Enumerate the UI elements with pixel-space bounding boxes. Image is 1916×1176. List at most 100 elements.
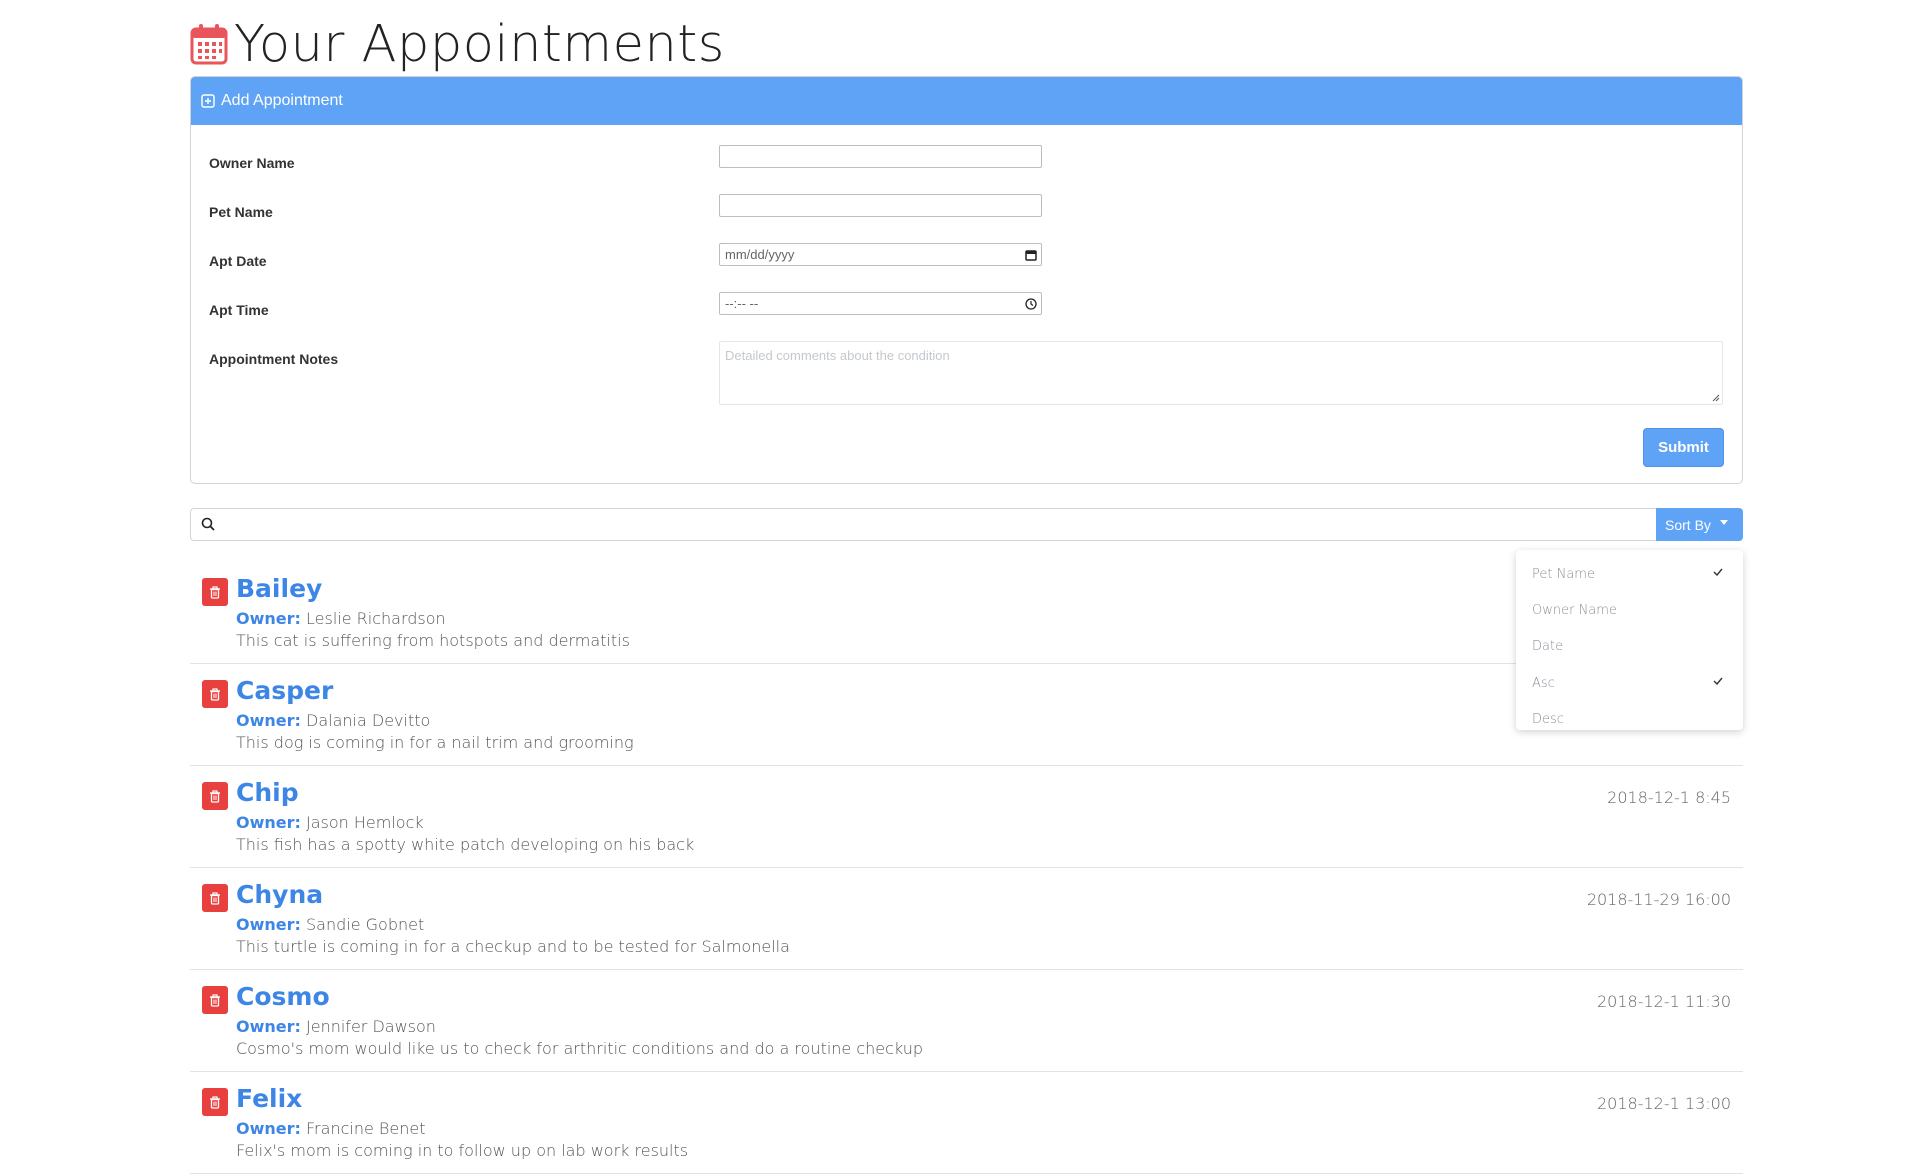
appointment-date: 2018-12-1 11:30 bbox=[1597, 992, 1731, 1011]
apt-date-label: Apt Date bbox=[209, 253, 267, 269]
sort-option-date[interactable]: Date bbox=[1516, 629, 1743, 665]
submit-button[interactable]: Submit bbox=[1643, 428, 1724, 467]
apt-time-label: Apt Time bbox=[209, 302, 269, 318]
list-item: Felix Owner: Francine Benet Felix's mom … bbox=[190, 1072, 1743, 1174]
plus-square-icon bbox=[201, 94, 215, 108]
pet-name: Chip bbox=[236, 778, 299, 807]
sort-option-owner-name[interactable]: Owner Name bbox=[1516, 592, 1743, 628]
apt-date-row: Apt Date bbox=[209, 253, 719, 269]
sort-option-label: Pet Name bbox=[1532, 566, 1595, 582]
appointment-notes: This turtle is coming in for a checkup a… bbox=[236, 937, 790, 956]
trash-icon bbox=[210, 789, 220, 803]
appointment-date: 2018-11-29 16:00 bbox=[1586, 890, 1731, 909]
add-appointment-header[interactable]: Add Appointment bbox=[191, 77, 1742, 125]
appointment-date: 2018-12-1 13:00 bbox=[1597, 1094, 1731, 1113]
notes-textarea[interactable]: Detailed comments about the condition bbox=[719, 341, 1723, 405]
sort-option-label: Asc bbox=[1532, 675, 1555, 691]
owner-name-input[interactable] bbox=[719, 145, 1042, 168]
owner-line: Owner: Dalania Devitto bbox=[236, 711, 430, 730]
calendar-picker-icon[interactable] bbox=[1025, 249, 1037, 261]
sort-dropdown-menu: Pet Name Owner Name Date Asc Desc bbox=[1516, 550, 1743, 730]
owner-line: Owner: Francine Benet bbox=[236, 1119, 425, 1138]
sort-by-button[interactable]: Sort By bbox=[1656, 508, 1743, 541]
appointment-notes: Felix's mom is coming in to follow up on… bbox=[236, 1141, 689, 1160]
pet-name-label: Pet Name bbox=[209, 204, 273, 220]
page-header: Your Appointments bbox=[190, 14, 725, 74]
owner-line: Owner: Sandie Gobnet bbox=[236, 915, 424, 934]
sort-option-label: Desc bbox=[1532, 712, 1564, 728]
appointment-notes: This dog is coming in for a nail trim an… bbox=[236, 733, 634, 752]
owner-name: Leslie Richardson bbox=[306, 609, 446, 628]
check-icon bbox=[1713, 568, 1723, 576]
owner-label: Owner: bbox=[236, 813, 301, 832]
pet-name: Felix bbox=[236, 1084, 303, 1113]
resize-handle-icon[interactable] bbox=[1712, 394, 1720, 402]
pet-name-input[interactable] bbox=[719, 194, 1042, 217]
pet-name: Cosmo bbox=[236, 982, 330, 1011]
calendar-icon bbox=[190, 24, 228, 65]
owner-name-label: Owner Name bbox=[209, 155, 295, 171]
trash-icon bbox=[210, 1095, 220, 1109]
owner-label: Owner: bbox=[236, 1119, 301, 1138]
owner-line: Owner: Jennifer Dawson bbox=[236, 1017, 436, 1036]
caret-down-icon bbox=[1719, 520, 1728, 525]
apt-time-value: --:-- -- bbox=[725, 296, 759, 311]
appointment-list: Bailey Owner: Leslie Richardson This cat… bbox=[190, 562, 1743, 1174]
trash-icon bbox=[210, 993, 220, 1007]
page-title: Your Appointments bbox=[234, 14, 725, 74]
owner-name: Dalania Devitto bbox=[306, 711, 431, 730]
trash-icon bbox=[210, 687, 220, 701]
owner-name: Sandie Gobnet bbox=[306, 915, 425, 934]
delete-button[interactable] bbox=[202, 680, 228, 708]
apt-time-input[interactable]: --:-- -- bbox=[719, 292, 1042, 315]
delete-button[interactable] bbox=[202, 578, 228, 606]
list-item: Bailey Owner: Leslie Richardson This cat… bbox=[190, 562, 1743, 664]
appointment-notes: Cosmo's mom would like us to check for a… bbox=[236, 1039, 924, 1058]
owner-label: Owner: bbox=[236, 1017, 301, 1036]
list-item: Chyna Owner: Sandie Gobnet This turtle i… bbox=[190, 868, 1743, 970]
sort-option-asc[interactable]: Asc bbox=[1516, 665, 1743, 701]
apt-date-input[interactable]: mm/dd/yyyy bbox=[719, 243, 1042, 266]
pet-name: Chyna bbox=[236, 880, 324, 909]
delete-button[interactable] bbox=[202, 986, 228, 1014]
list-item: Casper Owner: Dalania Devitto This dog i… bbox=[190, 664, 1743, 766]
delete-button[interactable] bbox=[202, 884, 228, 912]
apt-date-value: mm/dd/yyyy bbox=[725, 247, 795, 262]
list-item: Cosmo Owner: Jennifer Dawson Cosmo's mom… bbox=[190, 970, 1743, 1072]
owner-label: Owner: bbox=[236, 711, 301, 730]
owner-label: Owner: bbox=[236, 915, 301, 934]
owner-line: Owner: Jason Hemlock bbox=[236, 813, 424, 832]
sort-option-label: Date bbox=[1532, 639, 1564, 655]
list-item: Chip Owner: Jason Hemlock This fish has … bbox=[190, 766, 1743, 868]
clock-icon[interactable] bbox=[1025, 297, 1037, 310]
owner-name: Jason Hemlock bbox=[306, 813, 424, 832]
add-appointment-title: Add Appointment bbox=[221, 92, 343, 109]
sort-by-label: Sort By bbox=[1665, 516, 1711, 533]
notes-placeholder: Detailed comments about the condition bbox=[725, 348, 950, 363]
sort-option-pet-name[interactable]: Pet Name bbox=[1516, 556, 1743, 592]
owner-name: Francine Benet bbox=[306, 1119, 426, 1138]
search-bar[interactable]: Sort By bbox=[190, 508, 1743, 541]
sort-option-desc[interactable]: Desc bbox=[1516, 702, 1743, 738]
owner-label: Owner: bbox=[236, 609, 301, 628]
sort-option-label: Owner Name bbox=[1532, 603, 1617, 619]
pet-name-row: Pet Name bbox=[209, 204, 719, 220]
owner-name-row: Owner Name bbox=[209, 155, 719, 171]
apt-time-row: Apt Time bbox=[209, 302, 719, 318]
pet-name: Bailey bbox=[236, 574, 323, 603]
delete-button[interactable] bbox=[202, 782, 228, 810]
appointment-notes: This cat is suffering from hotspots and … bbox=[236, 631, 630, 650]
check-icon bbox=[1713, 677, 1723, 686]
appointment-date: 2018-12-1 8:45 bbox=[1607, 788, 1731, 807]
appointment-notes: This fish has a spotty white patch devel… bbox=[236, 835, 695, 854]
trash-icon bbox=[210, 585, 220, 599]
pet-name: Casper bbox=[236, 676, 334, 705]
owner-line: Owner: Leslie Richardson bbox=[236, 609, 446, 628]
delete-button[interactable] bbox=[202, 1088, 228, 1116]
notes-label: Appointment Notes bbox=[209, 351, 339, 367]
add-appointment-card: Add Appointment Owner Name Pet Name Apt … bbox=[190, 76, 1743, 484]
notes-row: Appointment Notes bbox=[209, 351, 719, 367]
search-icon bbox=[201, 517, 215, 531]
trash-icon bbox=[210, 891, 220, 905]
owner-name: Jennifer Dawson bbox=[306, 1017, 436, 1036]
